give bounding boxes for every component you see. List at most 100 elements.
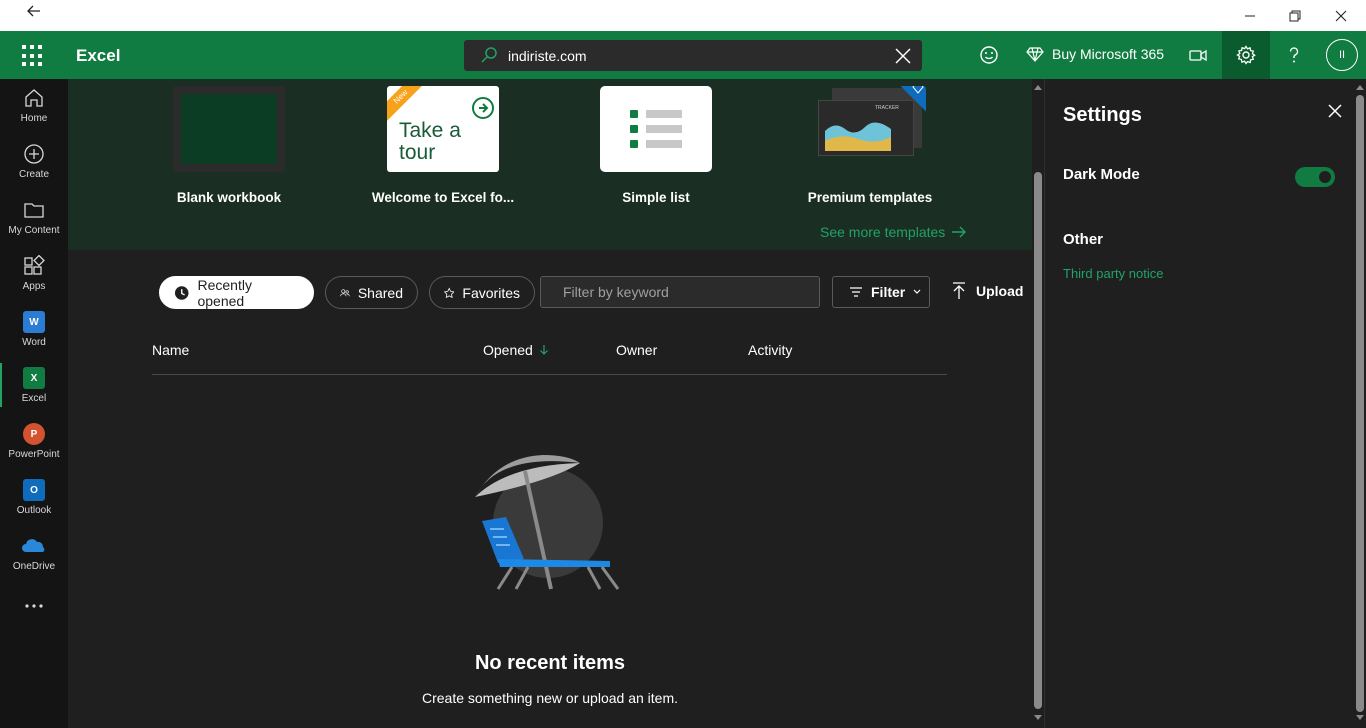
settings-scroll-thumb[interactable] bbox=[1356, 95, 1364, 712]
outlook-icon: O bbox=[23, 479, 45, 501]
arrow-right-icon bbox=[952, 226, 967, 238]
empty-state-subtitle: Create something new or upload an item. bbox=[421, 690, 679, 706]
rail-label: Word bbox=[22, 337, 46, 348]
powerpoint-icon: P bbox=[23, 423, 45, 445]
column-header-activity[interactable]: Activity bbox=[748, 342, 792, 358]
rail-item-powerpoint[interactable]: P PowerPoint bbox=[0, 415, 68, 471]
template-take-a-tour[interactable]: New Take a tour Welcome to Excel fo... bbox=[372, 86, 514, 205]
column-header-owner[interactable]: Owner bbox=[616, 342, 657, 358]
sort-down-arrow-icon bbox=[539, 345, 548, 355]
rail-label: PowerPoint bbox=[8, 449, 60, 460]
rail-label: Create bbox=[18, 169, 49, 180]
close-settings-icon[interactable] bbox=[1325, 101, 1345, 121]
template-premium-templates[interactable]: TRACKER Premium templates bbox=[808, 86, 932, 205]
account-avatar[interactable]: II bbox=[1326, 39, 1358, 71]
new-badge: New bbox=[387, 86, 428, 124]
template-label: Premium templates bbox=[807, 190, 933, 205]
arrow-right-circle-icon bbox=[472, 97, 494, 119]
tab-favorites[interactable]: Favorites bbox=[429, 276, 535, 309]
settings-scrollbar[interactable] bbox=[1354, 79, 1366, 728]
people-icon bbox=[340, 288, 350, 296]
buy-microsoft-365-button[interactable]: Buy Microsoft 365 bbox=[1026, 45, 1164, 63]
filter-button[interactable]: Filter bbox=[832, 276, 930, 308]
gear-icon bbox=[1236, 45, 1256, 65]
question-mark-icon bbox=[1289, 47, 1299, 63]
column-header-name[interactable]: Name bbox=[152, 342, 189, 358]
beach-chair-illustration bbox=[475, 455, 620, 590]
word-icon: W bbox=[23, 311, 45, 333]
tab-shared[interactable]: Shared bbox=[325, 276, 418, 309]
template-label: Simple list bbox=[622, 190, 690, 205]
rail-item-home[interactable]: Home bbox=[0, 79, 68, 135]
back-button[interactable] bbox=[0, 0, 68, 21]
rail-item-apps[interactable]: Apps bbox=[0, 247, 68, 303]
dark-mode-label: Dark Mode bbox=[1063, 166, 1140, 183]
template-simple-list[interactable]: Simple list bbox=[600, 86, 712, 205]
onedrive-cloud-icon bbox=[22, 539, 45, 552]
rail-item-outlook[interactable]: O Outlook bbox=[0, 471, 68, 527]
settings-title: Settings bbox=[1063, 104, 1142, 126]
arrow-left-icon bbox=[27, 5, 40, 16]
settings-panel: Settings Dark Mode Other Third party not… bbox=[1044, 79, 1354, 728]
rail-label: My Content bbox=[8, 225, 60, 236]
empty-state-title: No recent items bbox=[474, 652, 626, 674]
filter-by-keyword-input[interactable]: Filter by keyword bbox=[540, 276, 820, 308]
minimize-button[interactable] bbox=[1227, 0, 1273, 31]
settings-button[interactable] bbox=[1222, 31, 1270, 79]
more-dots-icon bbox=[25, 604, 43, 608]
scroll-up-icon[interactable] bbox=[1356, 84, 1364, 90]
close-icon bbox=[1335, 10, 1347, 21]
main-scroll-thumb[interactable] bbox=[1034, 172, 1042, 709]
see-more-label: See more templates bbox=[820, 224, 946, 240]
meet-now-button[interactable] bbox=[1186, 43, 1210, 67]
search-box[interactable]: indiriste.com bbox=[464, 40, 922, 71]
home-icon bbox=[25, 89, 43, 107]
rail-item-create[interactable]: Create bbox=[0, 135, 68, 191]
help-button[interactable] bbox=[1282, 43, 1306, 67]
dark-mode-toggle[interactable] bbox=[1295, 167, 1335, 187]
excel-icon: X bbox=[23, 367, 45, 389]
rail-item-word[interactable]: W Word bbox=[0, 303, 68, 359]
chevron-down-icon bbox=[913, 289, 921, 294]
see-more-templates-link[interactable]: See more templates bbox=[820, 224, 967, 240]
tab-label: Recently opened bbox=[197, 276, 252, 309]
feedback-button[interactable] bbox=[977, 43, 1001, 67]
rail-more-button[interactable] bbox=[0, 593, 68, 649]
star-icon bbox=[444, 287, 455, 298]
folder-icon bbox=[24, 203, 44, 218]
diamond-icon bbox=[1026, 47, 1044, 62]
close-window-button[interactable] bbox=[1318, 0, 1364, 31]
app-launcher-icon[interactable] bbox=[22, 45, 44, 67]
clear-search-icon[interactable] bbox=[892, 45, 914, 67]
rail-item-onedrive[interactable]: OneDrive bbox=[0, 527, 68, 583]
template-blank-workbook[interactable]: Blank workbook bbox=[173, 86, 285, 205]
tracker-text: TRACKER bbox=[875, 105, 899, 111]
smiley-icon bbox=[980, 46, 998, 64]
filter-lines-icon bbox=[850, 287, 862, 297]
rail-label: Home bbox=[20, 113, 48, 124]
template-label: Welcome to Excel fo... bbox=[371, 190, 515, 205]
app-header: Excel indiriste.com Buy Microsoft 365 II bbox=[0, 31, 1366, 79]
rail-item-my-content[interactable]: My Content bbox=[0, 191, 68, 247]
plus-circle-icon bbox=[24, 144, 44, 164]
app-name[interactable]: Excel bbox=[76, 46, 120, 66]
scroll-down-icon[interactable] bbox=[1356, 715, 1364, 721]
tab-recently-opened[interactable]: Recently opened bbox=[159, 276, 314, 309]
third-party-notice-link[interactable]: Third party notice bbox=[1063, 266, 1163, 281]
rail-item-excel[interactable]: X Excel bbox=[0, 359, 68, 415]
blank-workbook-thumbnail bbox=[173, 86, 285, 172]
apps-grid-icon bbox=[24, 255, 45, 275]
scroll-up-icon[interactable] bbox=[1034, 84, 1042, 90]
column-header-opened[interactable]: Opened bbox=[483, 342, 549, 358]
restore-icon bbox=[1289, 10, 1301, 21]
column-label: Owner bbox=[616, 342, 658, 358]
search-input[interactable]: indiriste.com bbox=[508, 48, 587, 64]
restore-button[interactable] bbox=[1272, 0, 1318, 31]
main-scrollbar[interactable] bbox=[1032, 79, 1044, 728]
rail-label: Excel bbox=[21, 393, 47, 404]
take-a-tour-text: Take a tour bbox=[399, 119, 461, 164]
upload-button[interactable]: Upload bbox=[952, 282, 1023, 300]
column-label: Activity bbox=[748, 342, 793, 358]
window-title-bar bbox=[0, 0, 1366, 31]
scroll-down-icon[interactable] bbox=[1034, 715, 1042, 721]
